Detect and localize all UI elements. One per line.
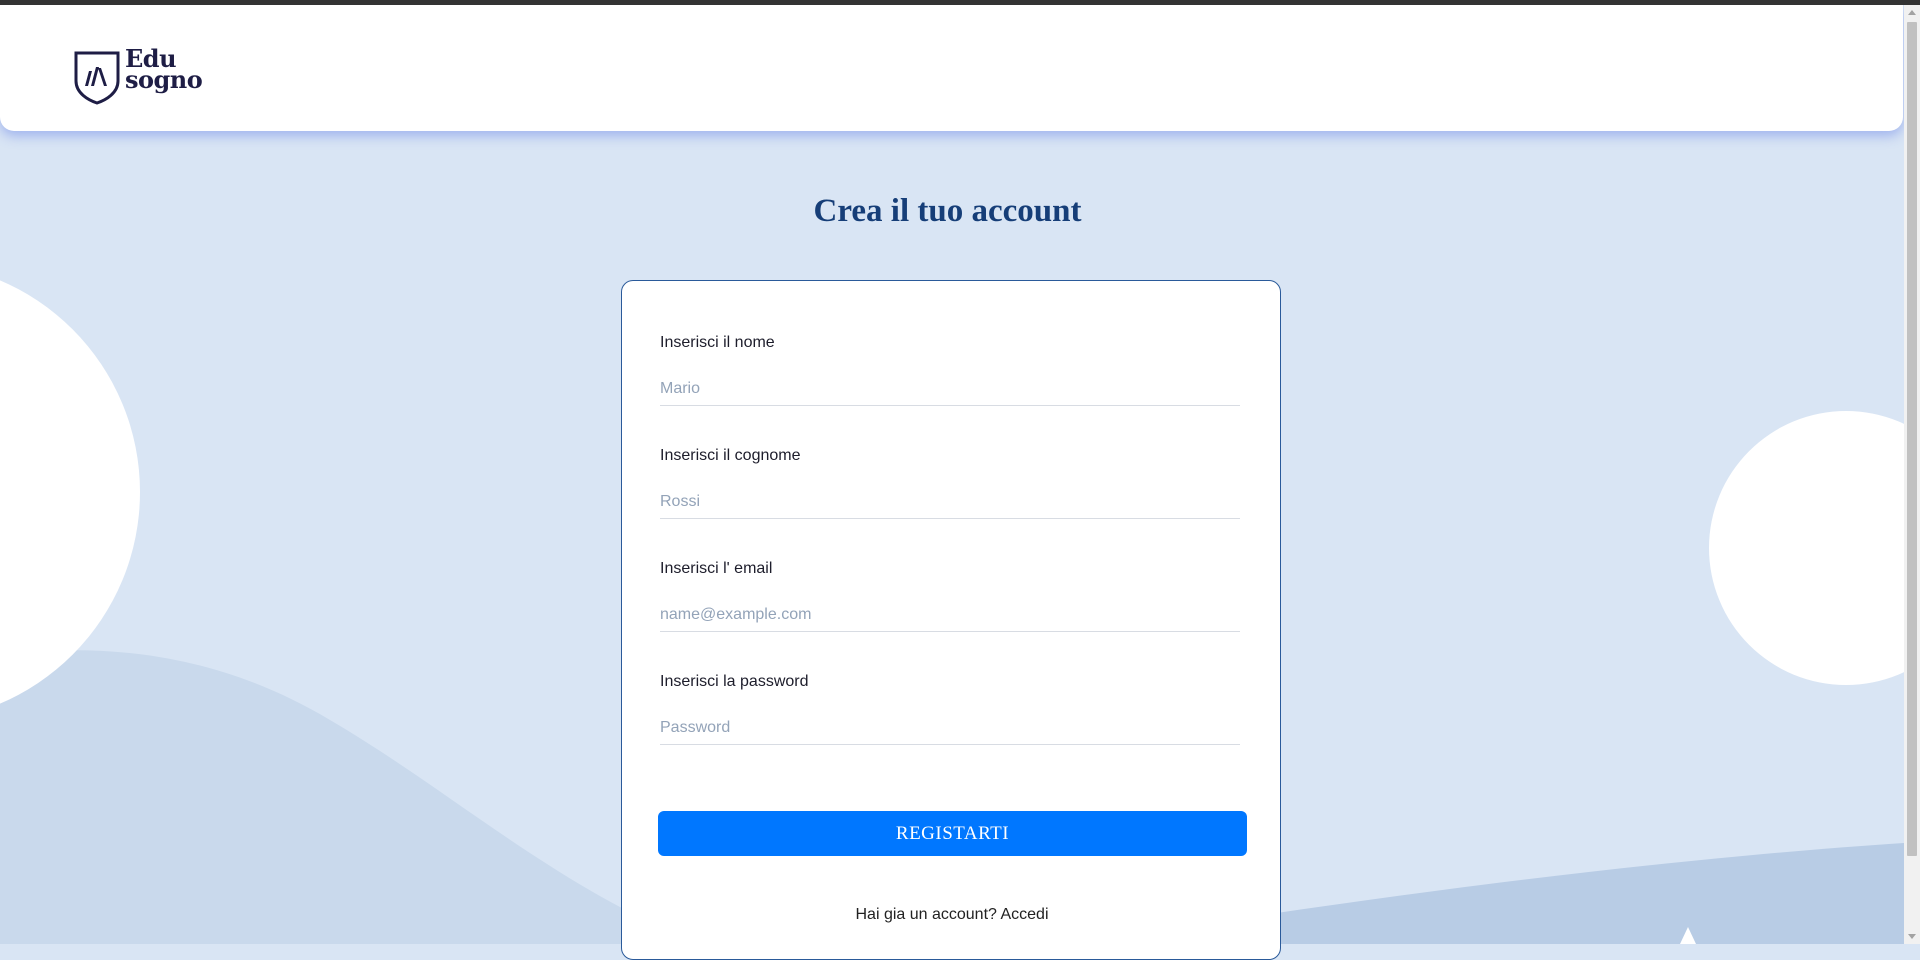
scroll-down-arrow-icon[interactable] (1908, 934, 1916, 939)
logo-text-line2: sogno (125, 65, 203, 94)
password-label: Inserisci la password (660, 673, 809, 690)
password-field: Inserisci la password (660, 672, 1240, 745)
last-name-field: Inserisci il cognome (660, 446, 1240, 519)
last-name-input[interactable] (660, 486, 1240, 519)
email-field: Inserisci l' email (660, 559, 1240, 632)
last-name-label: Inserisci il cognome (660, 447, 801, 464)
register-button[interactable]: REGISTARTI (658, 811, 1247, 856)
background-wave-left (0, 650, 700, 944)
scroll-up-arrow-icon[interactable] (1908, 10, 1916, 15)
login-prompt-text: Hai gia un account? (855, 906, 997, 923)
login-prompt-row: Hai gia un account? Accedi (622, 906, 1282, 924)
first-name-field: Inserisci il nome (660, 333, 1240, 406)
login-link[interactable]: Accedi (1000, 906, 1048, 923)
shield-books-icon (74, 51, 120, 105)
page-title: Crea il tuo account (813, 193, 1082, 229)
edusogno-logo[interactable]: Edu sogno (74, 47, 204, 107)
site-header: Edu sogno (0, 5, 1903, 131)
background-wave-right (1260, 843, 1904, 944)
email-label: Inserisci l' email (660, 560, 773, 577)
logo-text: Edu sogno (125, 47, 203, 94)
page-scrollbar[interactable] (1904, 5, 1920, 944)
background-circle-right (1709, 411, 1904, 685)
registration-form-card: Inserisci il nome Inserisci il cognome I… (621, 280, 1281, 960)
first-name-input[interactable] (660, 373, 1240, 406)
first-name-label: Inserisci il nome (660, 334, 775, 351)
email-input[interactable] (660, 599, 1240, 632)
password-input[interactable] (660, 712, 1240, 745)
browser-top-strip (0, 0, 1920, 5)
scrollbar-thumb[interactable] (1907, 22, 1917, 856)
